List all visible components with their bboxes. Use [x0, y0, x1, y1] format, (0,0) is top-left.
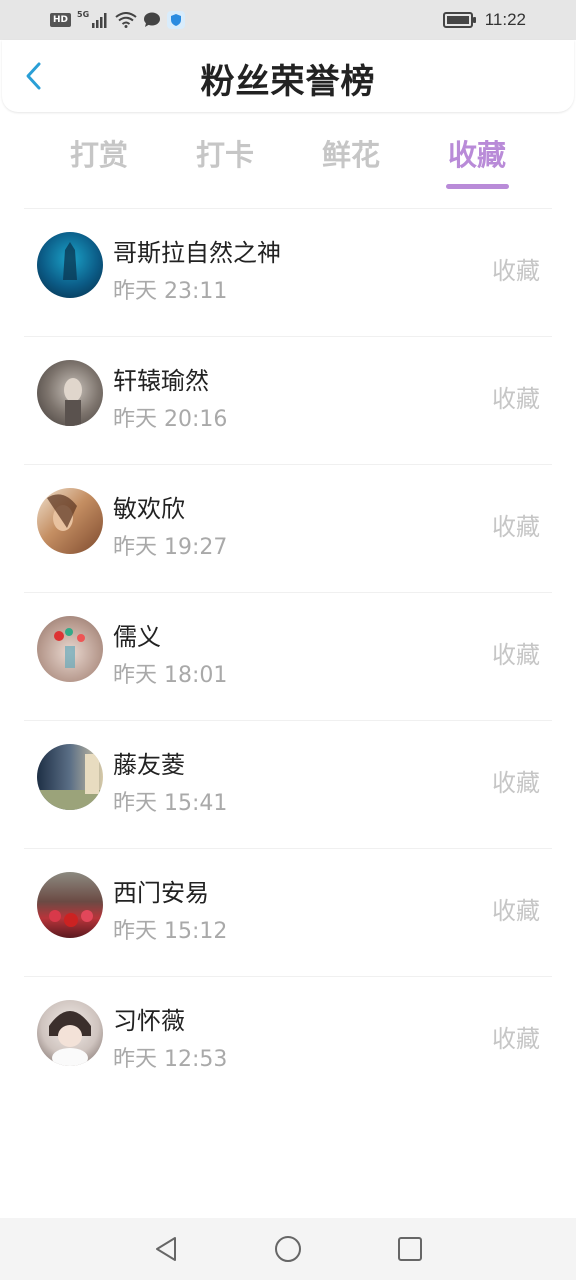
action-time: 昨天 19:27: [113, 535, 228, 560]
status-icons-left: HD 5G: [50, 8, 186, 32]
user-name: 西门安易: [113, 879, 209, 907]
list-item[interactable]: 轩辕瑜然 昨天 20:16 收藏: [24, 337, 552, 465]
avatar: [37, 872, 103, 938]
header: 粉丝荣誉榜: [2, 40, 574, 112]
user-name: 轩辕瑜然: [113, 367, 209, 395]
signal-icon: [92, 13, 107, 28]
action-time: 昨天 20:16: [113, 407, 228, 432]
fan-list: 哥斯拉自然之神 昨天 23:11 收藏 轩辕瑜然 昨天 20:16 收藏 敏欢欣…: [24, 208, 552, 1104]
action-time: 昨天 12:53: [113, 1047, 228, 1072]
action-time: 昨天 15:12: [113, 919, 228, 944]
avatar: [37, 232, 103, 298]
wifi-icon: [115, 12, 137, 28]
list-item[interactable]: 儒义 昨天 18:01 收藏: [24, 593, 552, 721]
action-label: 收藏: [492, 513, 540, 541]
hd-badge: HD: [50, 13, 72, 27]
user-name: 习怀薇: [113, 1007, 185, 1035]
action-time: 昨天 18:01: [113, 663, 228, 688]
action-label: 收藏: [492, 257, 540, 285]
list-item[interactable]: 敏欢欣 昨天 19:27 收藏: [24, 465, 552, 593]
list-item[interactable]: 西门安易 昨天 15:12 收藏: [24, 849, 552, 977]
battery-icon: [442, 12, 476, 28]
action-label: 收藏: [492, 385, 540, 413]
list-item[interactable]: 藤友菱 昨天 15:41 收藏: [24, 721, 552, 849]
action-label: 收藏: [492, 1025, 540, 1053]
network-type: 5G: [77, 9, 90, 19]
action-label: 收藏: [492, 769, 540, 797]
user-name: 儒义: [113, 623, 161, 651]
list-item[interactable]: 习怀薇 昨天 12:53 收藏: [24, 977, 552, 1104]
user-name: 敏欢欣: [113, 495, 185, 523]
tab-favorites[interactable]: 收藏: [414, 132, 540, 188]
tab-bar: 打赏 打卡 鲜花 收藏: [36, 132, 540, 192]
avatar: [37, 488, 103, 554]
status-bar: HD 5G 11:22: [0, 0, 576, 40]
nav-home-button[interactable]: [272, 1233, 304, 1265]
action-label: 收藏: [492, 897, 540, 925]
avatar: [37, 744, 103, 810]
message-icon: [144, 12, 161, 27]
list-item[interactable]: 哥斯拉自然之神 昨天 23:11 收藏: [24, 209, 552, 337]
user-name: 藤友菱: [113, 751, 185, 779]
avatar: [37, 1000, 103, 1066]
circle-home-icon: [275, 1236, 301, 1262]
system-nav-bar: [0, 1218, 576, 1280]
status-time: 11:22: [484, 10, 526, 29]
nav-back-button[interactable]: [150, 1233, 182, 1265]
triangle-back-icon: [156, 1237, 176, 1261]
active-tab-indicator: [446, 184, 509, 189]
tab-reward[interactable]: 打赏: [36, 132, 162, 188]
action-time: 昨天 23:11: [113, 279, 228, 304]
shield-icon: [167, 11, 186, 29]
page-title: 粉丝荣誉榜: [200, 62, 376, 102]
tab-checkin[interactable]: 打卡: [162, 132, 288, 188]
nav-recents-button[interactable]: [394, 1233, 426, 1265]
action-label: 收藏: [492, 641, 540, 669]
action-time: 昨天 15:41: [113, 791, 228, 816]
avatar: [37, 616, 103, 682]
status-icons-right: 11:22: [442, 8, 526, 32]
user-name: 哥斯拉自然之神: [113, 239, 281, 267]
square-recents-icon: [398, 1237, 422, 1261]
avatar: [37, 360, 103, 426]
tab-flowers[interactable]: 鲜花: [288, 132, 414, 188]
